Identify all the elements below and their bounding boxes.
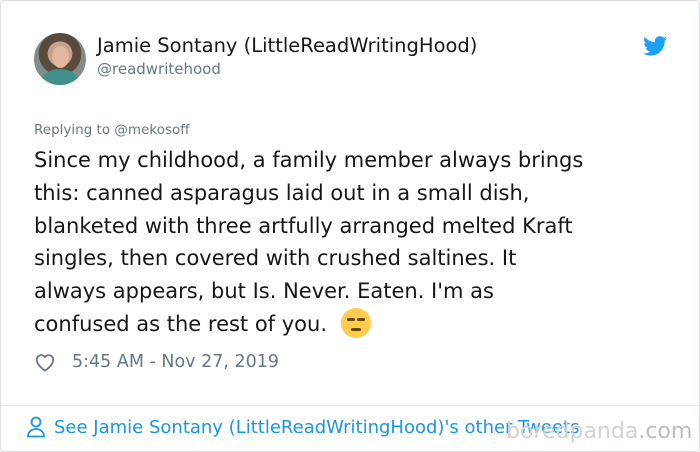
tweet-text-line: singles, then covered with crushed salti… (34, 246, 517, 271)
author-display-name[interactable]: Jamie Sontany (LittleReadWritingHood) (97, 34, 477, 57)
watermark-text: boredpanda (506, 419, 639, 444)
avatar-face (52, 46, 69, 68)
see-other-tweets-text[interactable]: See Jamie Sontany (LittleReadWritingHood… (54, 417, 580, 438)
replying-prefix: Replying to (34, 122, 111, 138)
tweet-text-line: confused as the rest of you. (34, 311, 328, 336)
tweet-text-last-line: confused as the rest of you. (34, 307, 674, 341)
boredpanda-watermark: boredpanda.com (506, 419, 692, 444)
divider (1, 405, 699, 406)
tweet-card: Jamie Sontany (LittleReadWritingHood) @r… (0, 0, 700, 452)
replying-mention-link[interactable]: @mekosoff (114, 122, 189, 138)
tweet-text-line: blanketed with three artfully arranged m… (34, 213, 573, 238)
unamused-face-emoji-icon (341, 307, 372, 338)
tweet-text-line: always appears, but Is. Never. Eaten. I'… (34, 279, 494, 304)
twitter-bird-icon[interactable] (643, 36, 668, 56)
author-handle[interactable]: @readwritehood (97, 60, 221, 78)
tweet-text-line: Since my childhood, a family member alwa… (34, 148, 584, 172)
see-other-tweets-link[interactable]: See Jamie Sontany (LittleReadWritingHood… (26, 416, 580, 438)
tweet-timestamp[interactable]: 5:45 AM - Nov 27, 2019 (72, 352, 279, 372)
tweet-text: Since my childhood, a family member alwa… (34, 144, 674, 341)
watermark-suffix: .com (638, 419, 693, 444)
replying-to: Replying to @mekosoff (34, 122, 190, 138)
person-icon (27, 416, 45, 438)
tweet-meta: 5:45 AM - Nov 27, 2019 (34, 352, 279, 372)
avatar[interactable] (34, 33, 86, 85)
avatar-shoulders (42, 69, 78, 85)
heart-icon[interactable] (34, 352, 56, 372)
tweet-text-line: this: canned asparagus laid out in a sma… (34, 180, 530, 205)
